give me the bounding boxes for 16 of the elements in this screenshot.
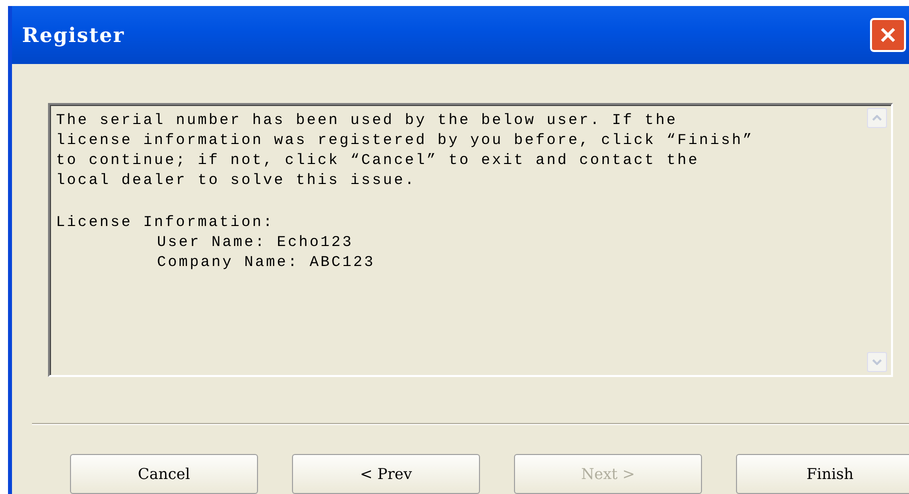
- message-line: license information was registered by you before, click “Finish”: [56, 131, 754, 151]
- window-title: Register: [22, 23, 125, 47]
- message-line: to continue; if not, click “Cancel” to exit and contact the: [56, 151, 700, 171]
- close-icon: [879, 26, 897, 44]
- scroll-down-button[interactable]: [867, 352, 887, 372]
- wizard-button[interactable]: Finish: [736, 454, 909, 494]
- wizard-button[interactable]: Cancel: [70, 454, 258, 494]
- license-field: User Name: Echo123: [56, 233, 754, 253]
- wizard-button[interactable]: < Prev: [292, 454, 480, 494]
- close-button[interactable]: [870, 18, 906, 52]
- license-field: Company Name: ABC123: [56, 253, 754, 273]
- message-line: The serial number has been used by the below user. If the: [56, 111, 678, 131]
- message-line: local dealer to solve this issue.: [56, 171, 417, 191]
- message-text-area[interactable]: [48, 103, 893, 377]
- license-heading: License Information:: [56, 213, 276, 233]
- scroll-up-button[interactable]: [867, 108, 887, 128]
